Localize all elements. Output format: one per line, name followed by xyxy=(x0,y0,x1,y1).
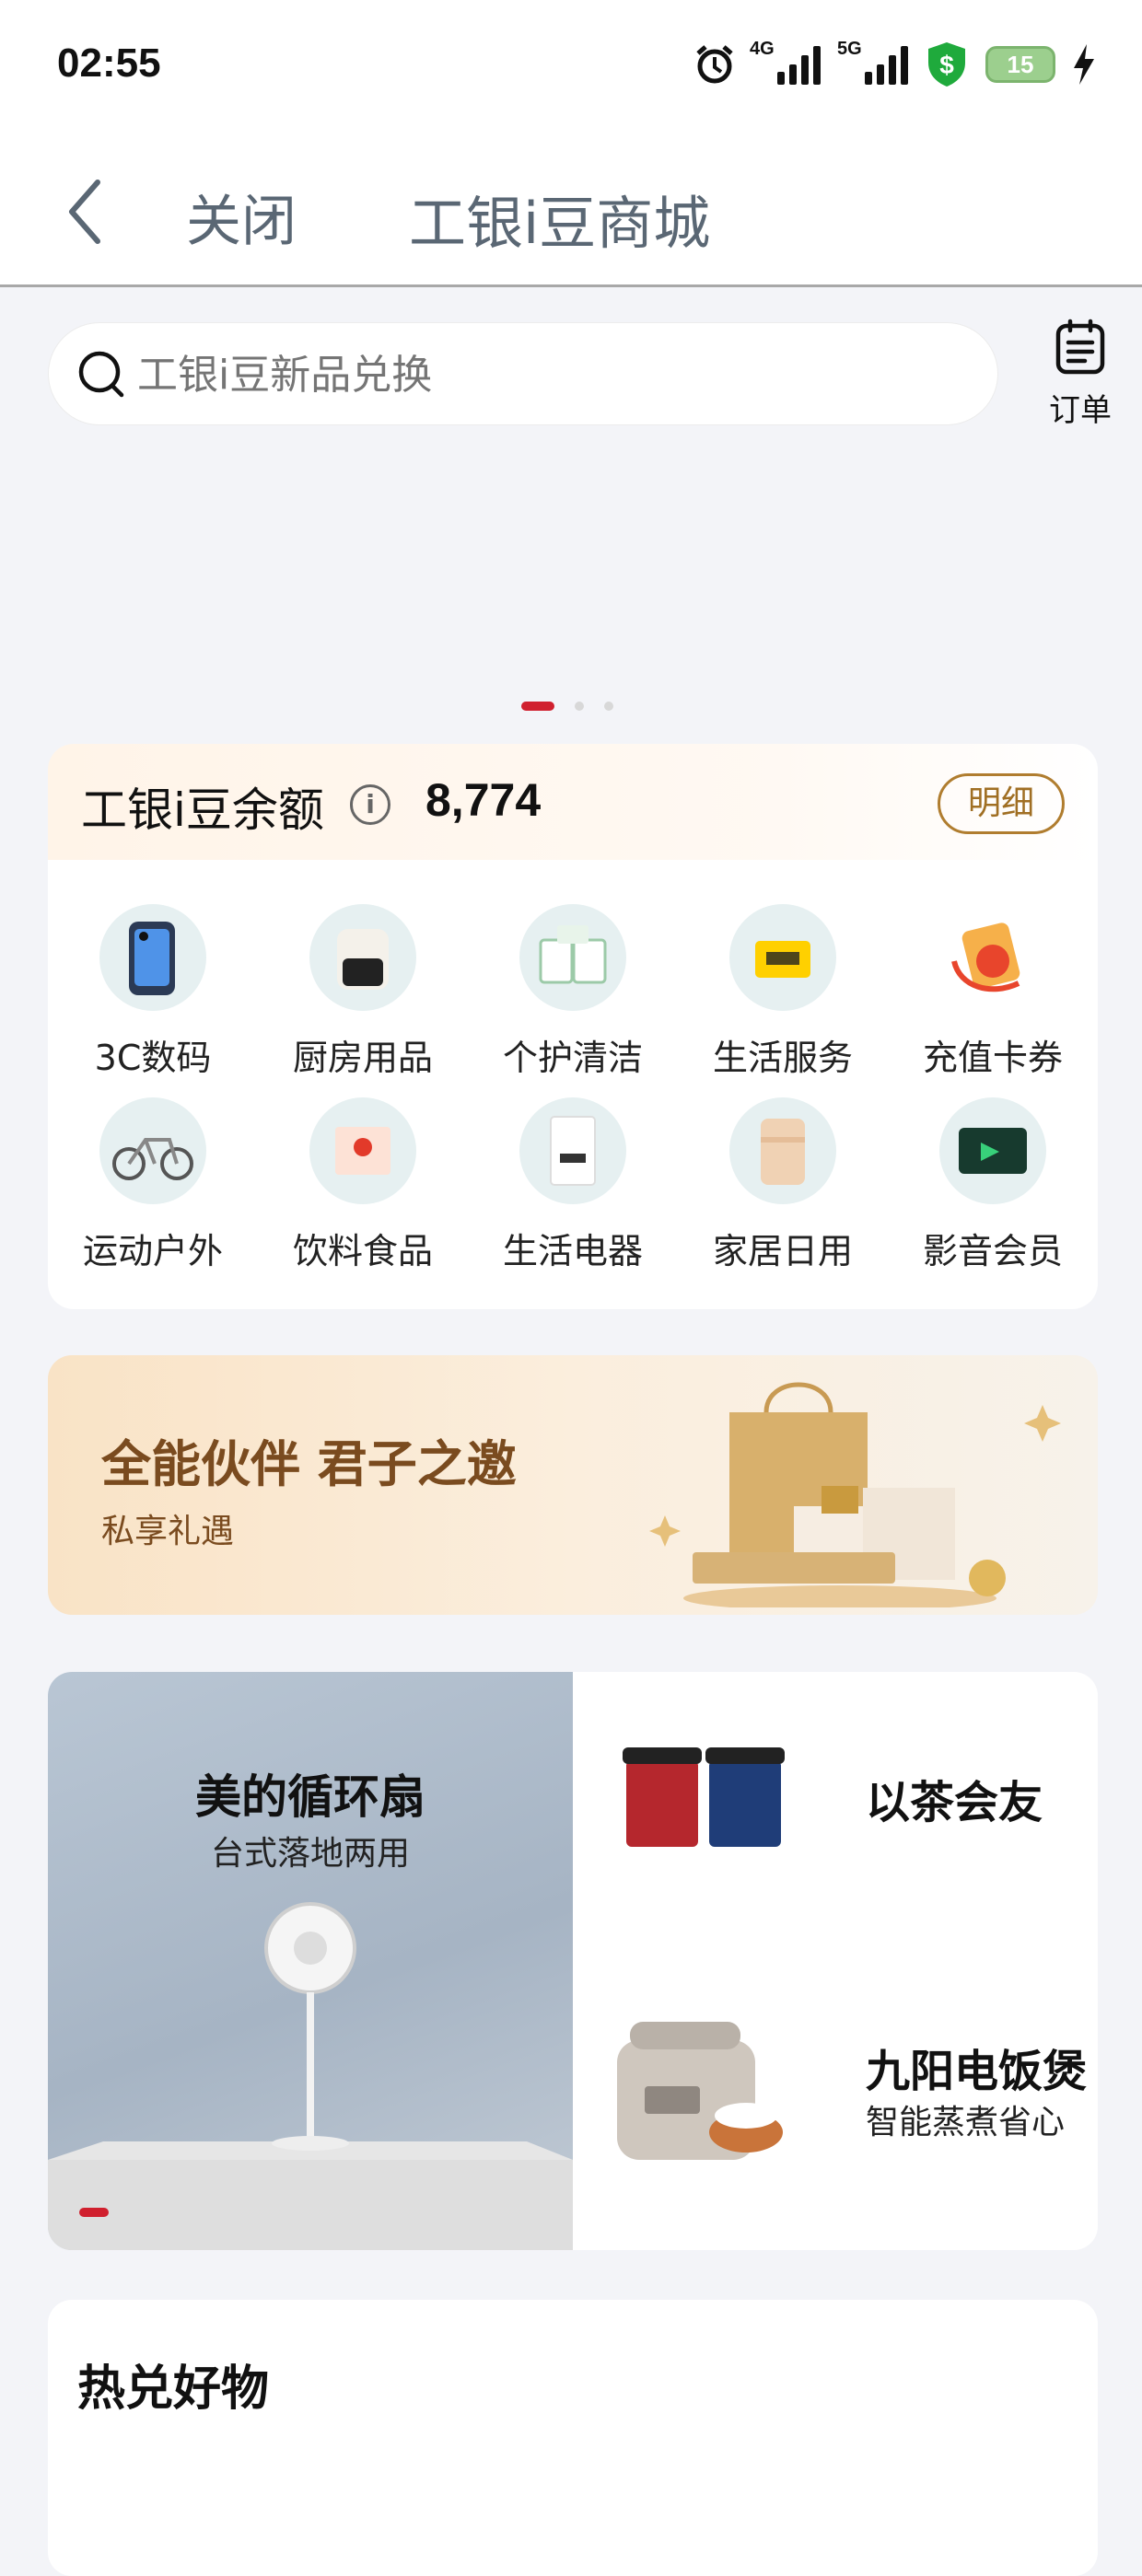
featured-side-subtitle: 智能蒸煮省心 xyxy=(866,2104,1066,2141)
order-list-icon xyxy=(1055,319,1105,375)
category-personal-care[interactable]: 个护清洁 xyxy=(468,904,678,1097)
orders-button[interactable]: 订单 xyxy=(1041,319,1120,430)
pagination-dot xyxy=(575,702,584,711)
category-outdoor[interactable]: 运动户外 xyxy=(48,1097,258,1291)
banner-pagination xyxy=(521,702,613,711)
category-label: 家居日用 xyxy=(712,1231,853,1271)
page-title: 工银i豆商城 xyxy=(409,190,711,257)
signal-5g-icon: 5G xyxy=(837,39,908,85)
promo-headline: 全能伙伴 君子之邀 xyxy=(101,1435,517,1493)
gift-card-icon xyxy=(309,1097,416,1204)
tissue-icon xyxy=(519,904,626,1011)
top-banner-carousel[interactable] xyxy=(0,442,1142,746)
info-icon[interactable]: i xyxy=(350,784,390,825)
featured-side-title: 以茶会友 xyxy=(866,1777,1043,1828)
appliance-box-icon xyxy=(519,1097,626,1204)
category-home-goods[interactable]: 家居日用 xyxy=(678,1097,888,1291)
featured-side-title: 九阳电饭煲 xyxy=(866,2046,1088,2097)
category-label: 3C数码 xyxy=(94,1038,212,1078)
balance-card: 工银i豆余额 i 8,774 明细 xyxy=(48,744,1098,862)
pagination-dot-active xyxy=(521,702,554,711)
featured-section: 美的循环扇 台式落地两用 以茶会友 九阳电饭煲 智能蒸煮省心 xyxy=(48,1672,1098,2250)
signal-4g-icon: 4G xyxy=(750,39,821,85)
search-bar[interactable] xyxy=(48,322,998,425)
promo-subtitle: 私享礼遇 xyxy=(101,1513,235,1550)
hot-items-title: 热兑好物 xyxy=(77,2361,270,2417)
category-grid: 3C数码 厨房用品 个护清洁 生活服务 充值卡券 运动户外 饮料食品 生活电器 … xyxy=(48,860,1098,1309)
category-label: 个护清洁 xyxy=(502,1038,643,1078)
battery-icon: 15 xyxy=(985,46,1055,83)
back-arrow-icon[interactable] xyxy=(63,175,109,249)
category-label: 生活服务 xyxy=(712,1038,853,1078)
fan-image xyxy=(48,1902,573,2250)
category-label: 运动户外 xyxy=(82,1231,223,1271)
category-label: 生活电器 xyxy=(502,1231,643,1271)
featured-main-card[interactable]: 美的循环扇 台式落地两用 xyxy=(48,1672,573,2250)
promo-banner[interactable]: 全能伙伴 君子之邀 私享礼遇 xyxy=(48,1355,1098,1615)
alarm-icon xyxy=(696,45,733,84)
search-input[interactable] xyxy=(137,342,966,408)
rice-cooker-image xyxy=(617,2022,783,2160)
category-media-membership[interactable]: 影音会员 xyxy=(888,1097,1098,1291)
pagination-dot xyxy=(604,702,613,711)
charging-icon xyxy=(1074,44,1094,85)
hot-items-section: 热兑好物 xyxy=(48,2300,1098,2576)
category-topup-voucher[interactable]: 充值卡券 xyxy=(888,904,1098,1097)
featured-pagination-dot xyxy=(79,2208,109,2217)
balance-label: 工银i豆余额 xyxy=(81,783,324,837)
status-bar: 02:55 4G 5G $ 15 xyxy=(0,0,1142,138)
phone-icon xyxy=(99,904,206,1011)
category-appliance[interactable]: 生活电器 xyxy=(468,1097,678,1291)
category-label: 厨房用品 xyxy=(292,1038,433,1078)
coupon-icon xyxy=(939,904,1046,1011)
membership-card-icon xyxy=(939,1097,1046,1204)
orders-label: 订单 xyxy=(1049,392,1112,429)
category-label: 充值卡券 xyxy=(922,1038,1063,1078)
balance-value: 8,774 xyxy=(425,774,542,826)
shield-dollar-icon: $ xyxy=(928,42,965,87)
status-time: 02:55 xyxy=(57,41,161,86)
category-3c[interactable]: 3C数码 xyxy=(48,904,258,1097)
air-fryer-icon xyxy=(309,904,416,1011)
meituan-voucher-icon xyxy=(729,904,836,1011)
nav-bar: 关闭 工银i豆商城 xyxy=(0,138,1142,287)
svg-text:$: $ xyxy=(939,51,954,79)
detail-button[interactable]: 明细 xyxy=(938,773,1065,834)
towel-icon xyxy=(729,1097,836,1204)
tea-cups-image xyxy=(623,1747,785,1847)
category-label: 影音会员 xyxy=(922,1231,1063,1271)
close-button[interactable]: 关闭 xyxy=(186,177,297,257)
featured-side-card-tea[interactable]: 以茶会友 xyxy=(573,1672,1098,1961)
featured-main-title: 美的循环扇 xyxy=(195,1770,425,1824)
search-icon xyxy=(78,351,124,398)
featured-main-subtitle: 台式落地两用 xyxy=(210,1835,410,1873)
category-kitchen[interactable]: 厨房用品 xyxy=(258,904,468,1097)
category-label: 饮料食品 xyxy=(292,1231,433,1271)
featured-side-card-rice-cooker[interactable]: 九阳电饭煲 智能蒸煮省心 xyxy=(573,1961,1098,2250)
bicycle-icon xyxy=(99,1097,206,1204)
category-food-drink[interactable]: 饮料食品 xyxy=(258,1097,468,1291)
gift-boxes-illustration xyxy=(649,1382,1061,1607)
category-life-service[interactable]: 生活服务 xyxy=(678,904,888,1097)
status-icons: 4G 5G $ 15 xyxy=(693,37,1096,92)
